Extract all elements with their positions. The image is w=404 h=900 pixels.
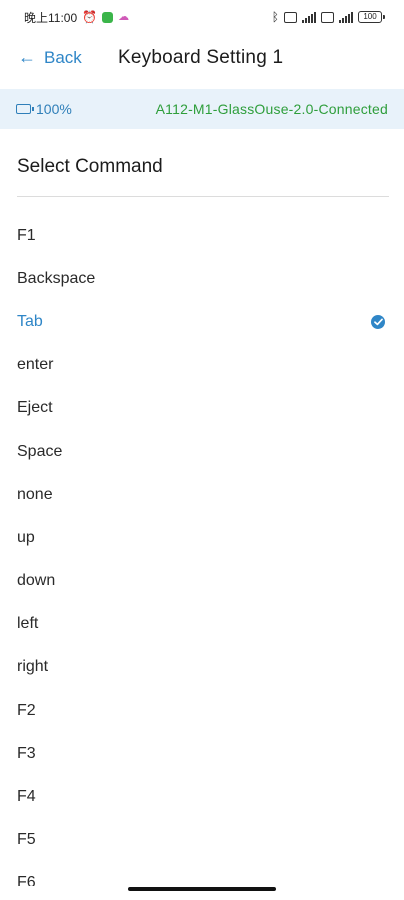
command-item[interactable]: Space bbox=[0, 430, 404, 473]
command-item[interactable]: F1 bbox=[0, 214, 404, 257]
command-item[interactable]: Eject bbox=[0, 387, 404, 430]
command-label: Tab bbox=[17, 312, 43, 330]
status-bar-right: ᛒ 100 bbox=[271, 10, 385, 24]
back-button[interactable]: ← Back bbox=[18, 47, 82, 68]
command-item[interactable]: F5 bbox=[0, 819, 404, 862]
command-label: F2 bbox=[17, 701, 36, 719]
command-label: up bbox=[17, 528, 35, 546]
status-bar: 晚上11:00 ⏰ ☁ ᛒ 100 bbox=[0, 0, 404, 34]
command-item[interactable]: F4 bbox=[0, 775, 404, 818]
command-item[interactable]: down bbox=[0, 560, 404, 603]
command-item[interactable]: right bbox=[0, 646, 404, 689]
command-label: right bbox=[17, 658, 49, 676]
device-battery: 100% bbox=[16, 101, 72, 117]
back-label: Back bbox=[44, 47, 82, 67]
command-label: enter bbox=[17, 356, 54, 374]
signal2-icon bbox=[339, 11, 353, 23]
signal-icon bbox=[302, 11, 316, 23]
cloud-notification-icon: ☁ bbox=[118, 11, 130, 23]
command-label: F4 bbox=[17, 788, 36, 806]
status-bar-left: 晚上11:00 ⏰ ☁ bbox=[24, 9, 129, 26]
command-label: Space bbox=[17, 442, 63, 460]
app-screen: 晚上11:00 ⏰ ☁ ᛒ 100 ← Back Keyboard Settin… bbox=[0, 0, 404, 900]
bluetooth-icon: ᛒ bbox=[271, 10, 279, 24]
home-indicator[interactable] bbox=[128, 887, 276, 891]
command-label: none bbox=[17, 485, 53, 503]
section-title: Select Command bbox=[17, 156, 163, 177]
command-item-selected[interactable]: Tab bbox=[0, 300, 404, 343]
command-label: Eject bbox=[17, 399, 53, 417]
command-item[interactable]: enter bbox=[0, 344, 404, 387]
sim-icon bbox=[284, 11, 297, 23]
command-item[interactable]: F3 bbox=[0, 732, 404, 775]
device-connection-status: A112-M1-GlassOuse-2.0-Connected bbox=[155, 101, 388, 117]
command-item[interactable]: none bbox=[0, 473, 404, 516]
arrow-left-icon: ← bbox=[18, 47, 36, 67]
command-item[interactable]: left bbox=[0, 603, 404, 646]
command-label: F1 bbox=[17, 226, 36, 244]
command-item[interactable]: F2 bbox=[0, 689, 404, 732]
header: ← Back Keyboard Setting 1 bbox=[0, 36, 404, 82]
app-notification-icon bbox=[102, 11, 114, 23]
alarm-icon: ⏰ bbox=[82, 10, 98, 24]
connection-bar: 100% A112-M1-GlassOuse-2.0-Connected bbox=[0, 89, 404, 129]
command-label: down bbox=[17, 572, 56, 590]
check-circle-icon bbox=[371, 314, 385, 329]
battery-icon bbox=[16, 104, 34, 114]
sim2-icon bbox=[321, 11, 334, 23]
page-title: Keyboard Setting 1 bbox=[118, 47, 284, 68]
command-list[interactable]: F1 Backspace Tab enter Eject Space none … bbox=[0, 214, 404, 886]
command-label: Backspace bbox=[17, 269, 96, 287]
status-time: 晚上11:00 bbox=[24, 10, 78, 25]
command-label: F6 bbox=[17, 874, 36, 886]
divider bbox=[17, 196, 389, 197]
device-battery-level: 100% bbox=[36, 101, 72, 117]
command-item[interactable]: F6 bbox=[0, 862, 404, 886]
command-label: F5 bbox=[17, 831, 36, 849]
command-item[interactable]: up bbox=[0, 516, 404, 559]
command-item[interactable]: Backspace bbox=[0, 257, 404, 300]
battery-status-icon: 100 bbox=[358, 11, 385, 23]
command-label: F3 bbox=[17, 744, 36, 762]
command-label: left bbox=[17, 615, 39, 633]
